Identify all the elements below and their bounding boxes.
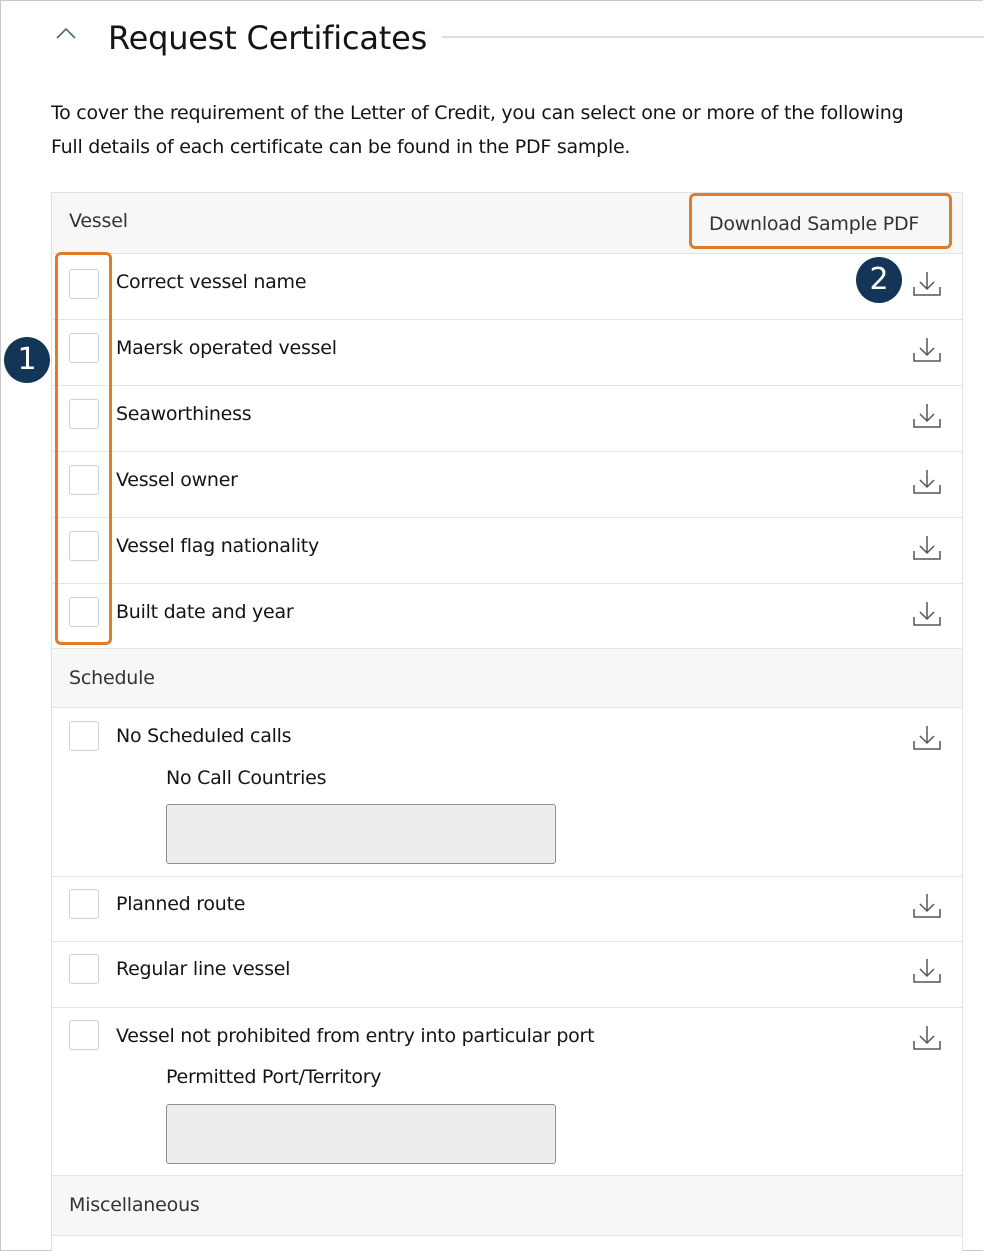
download-icon[interactable]	[911, 268, 943, 300]
download-arrow-glyph	[913, 894, 941, 918]
certificate-row-no-scheduled-calls[interactable]: No Scheduled calls No Call Countries	[52, 708, 962, 877]
download-arrow-glyph	[913, 404, 941, 428]
highlight-checkbox-column	[55, 252, 112, 645]
certificate-label: Built date and year	[116, 601, 294, 623]
intro-line-1: To cover the requirement of the Letter o…	[51, 102, 904, 124]
certificate-row-built-date-and-year[interactable]: Built date and year	[52, 584, 962, 649]
permitted-port-territory-input[interactable]	[166, 1104, 556, 1164]
download-arrow-glyph	[913, 959, 941, 983]
certificate-label: Vessel owner	[116, 469, 238, 491]
download-icon[interactable]	[911, 532, 943, 564]
highlight-download-sample-pdf	[689, 193, 952, 249]
download-icon[interactable]	[911, 334, 943, 366]
table-row	[52, 1236, 962, 1251]
collapse-section-button[interactable]	[54, 24, 78, 44]
checkbox-vessel-not-prohibited[interactable]	[69, 1020, 99, 1050]
download-icon[interactable]	[911, 400, 943, 432]
certificate-row-vessel-owner[interactable]: Vessel owner	[52, 452, 962, 518]
download-arrow-glyph	[913, 536, 941, 560]
group-header-miscellaneous: Miscellaneous	[52, 1176, 962, 1236]
group-header-label: Miscellaneous	[69, 1194, 200, 1216]
download-arrow-glyph	[913, 726, 941, 750]
download-icon[interactable]	[911, 955, 943, 987]
certificate-label: Vessel flag nationality	[116, 535, 319, 557]
download-icon[interactable]	[911, 890, 943, 922]
checkbox-no-scheduled-calls[interactable]	[69, 721, 99, 751]
checkbox-regular-line-vessel[interactable]	[69, 954, 99, 984]
certificate-row-maersk-operated-vessel[interactable]: Maersk operated vessel	[52, 320, 962, 386]
certificate-label: Correct vessel name	[116, 271, 307, 293]
download-arrow-glyph	[913, 1026, 941, 1050]
certificate-label: Regular line vessel	[116, 958, 291, 980]
download-arrow-glyph	[913, 272, 941, 296]
certificates-table: Vessel Download Sample PDF Correct vesse…	[51, 192, 963, 1251]
download-icon[interactable]	[911, 466, 943, 498]
download-arrow-glyph	[913, 470, 941, 494]
download-icon[interactable]	[911, 598, 943, 630]
certificate-row-planned-route[interactable]: Planned route	[52, 877, 962, 942]
title-divider	[442, 36, 984, 38]
certificate-label: Maersk operated vessel	[116, 337, 337, 359]
annotation-marker-2: 2	[856, 257, 902, 303]
download-icon[interactable]	[911, 1022, 943, 1054]
group-header-label: Vessel	[69, 210, 128, 232]
certificate-label: Seaworthiness	[116, 403, 252, 425]
certificate-row-correct-vessel-name[interactable]: Correct vessel name	[52, 254, 962, 320]
certificate-label: Vessel not prohibited from entry into pa…	[116, 1025, 595, 1047]
intro-text: To cover the requirement of the Letter o…	[51, 96, 984, 166]
certificate-label: Planned route	[116, 893, 246, 915]
certificate-row-regular-line-vessel[interactable]: Regular line vessel	[52, 942, 962, 1008]
certificate-row-vessel-not-prohibited[interactable]: Vessel not prohibited from entry into pa…	[52, 1008, 962, 1176]
certificate-label: No Scheduled calls	[116, 725, 292, 747]
group-header-schedule: Schedule	[52, 649, 962, 708]
certificate-row-seaworthiness[interactable]: Seaworthiness	[52, 386, 962, 452]
download-icon[interactable]	[911, 722, 943, 754]
checkbox-planned-route[interactable]	[69, 889, 99, 919]
intro-line-2: Full details of each certificate can be …	[51, 136, 631, 158]
permitted-port-territory-label: Permitted Port/Territory	[166, 1066, 382, 1088]
download-arrow-glyph	[913, 338, 941, 362]
download-arrow-glyph	[913, 602, 941, 626]
group-header-label: Schedule	[69, 667, 155, 689]
no-call-countries-input[interactable]	[166, 804, 556, 864]
annotation-marker-1: 1	[4, 337, 50, 383]
chevron-up-icon	[56, 27, 76, 39]
no-call-countries-label: No Call Countries	[166, 767, 327, 789]
certificate-row-vessel-flag-nationality[interactable]: Vessel flag nationality	[52, 518, 962, 584]
section-title: Request Certificates	[108, 19, 428, 57]
